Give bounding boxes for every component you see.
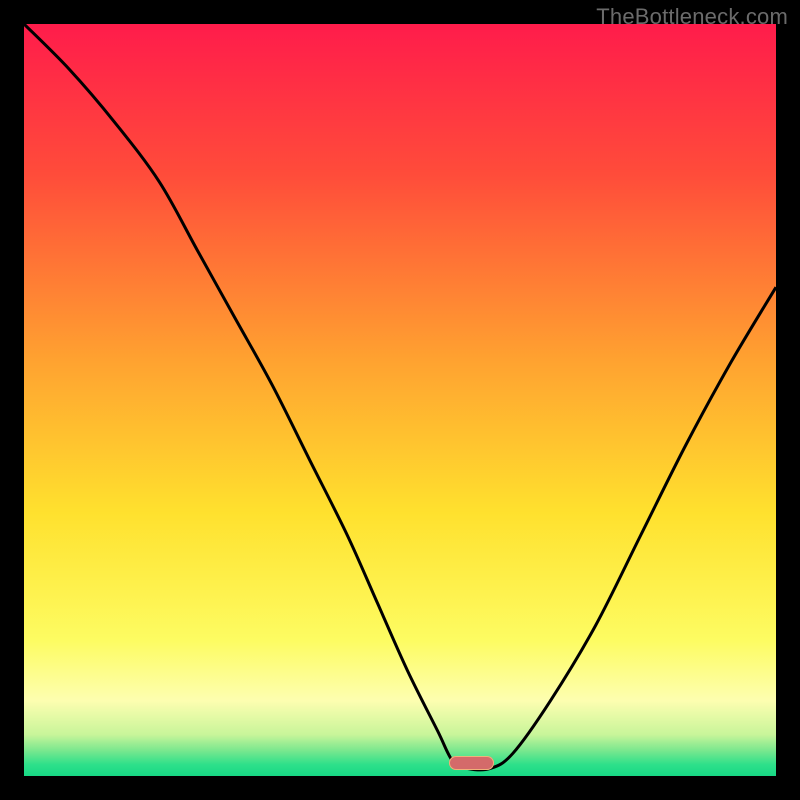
bottleneck-curve <box>24 24 776 776</box>
watermark-text: TheBottleneck.com <box>596 4 788 30</box>
optimal-marker <box>449 756 494 770</box>
plot-area <box>24 24 776 776</box>
outer-frame: TheBottleneck.com <box>0 0 800 800</box>
